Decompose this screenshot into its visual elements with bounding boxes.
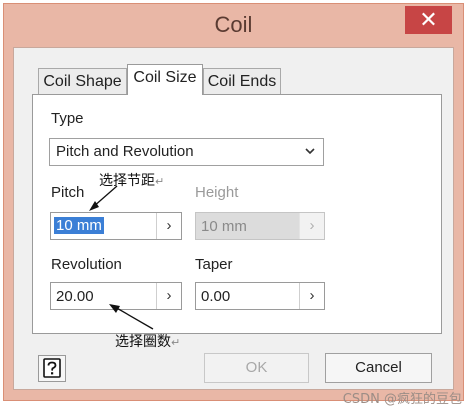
- watermark: CSDN @疯狂的豆包: [342, 392, 462, 407]
- taper-label: Taper: [195, 256, 233, 273]
- tab-coil-ends[interactable]: Coil Ends: [203, 68, 281, 94]
- tab-coil-shape[interactable]: Coil Shape: [38, 68, 127, 94]
- taper-arrow-button[interactable]: ›: [299, 283, 324, 309]
- chevron-down-icon: [305, 148, 315, 155]
- cancel-button[interactable]: Cancel: [325, 353, 432, 383]
- pitch-arrow-button[interactable]: ›: [156, 213, 181, 239]
- type-value: Pitch and Revolution: [56, 143, 194, 160]
- close-icon: ✕: [419, 7, 438, 32]
- taper-input[interactable]: 0.00 ›: [195, 282, 325, 310]
- coil-size-panel: Type Pitch and Revolution Pitch 选择节距↵ 10…: [32, 94, 442, 334]
- tab-label: Coil Size: [133, 69, 197, 86]
- pitch-input[interactable]: 10 mm ›: [50, 212, 182, 240]
- chevron-right-icon: ›: [166, 217, 172, 234]
- taper-value: 0.00: [201, 288, 231, 305]
- chevron-right-icon: ›: [309, 287, 315, 304]
- return-mark: ↵: [155, 175, 165, 188]
- height-input: 10 mm ›: [195, 212, 325, 240]
- revolution-label: Revolution: [51, 256, 122, 273]
- pitch-label: Pitch: [51, 184, 85, 201]
- question-icon: [43, 358, 61, 378]
- pitch-value: 10 mm: [54, 217, 104, 234]
- height-value: 10 mm: [201, 218, 247, 235]
- height-arrow-button: ›: [299, 213, 324, 239]
- title-bar[interactable]: Coil ✕: [4, 4, 463, 46]
- pitch-arrow: [89, 185, 118, 211]
- tab-label: Coil Ends: [207, 73, 277, 90]
- revolution-annotation-text: 选择圈数: [115, 334, 171, 350]
- revolution-arrow: [109, 304, 154, 330]
- tab-coil-size[interactable]: Coil Size: [127, 64, 203, 95]
- chevron-right-icon: ›: [166, 287, 172, 304]
- revolution-value: 20.00: [56, 288, 94, 305]
- close-button[interactable]: ✕: [405, 6, 452, 34]
- window-title: Coil: [214, 12, 253, 37]
- type-dropdown[interactable]: Pitch and Revolution: [49, 138, 324, 166]
- return-mark: ↵: [171, 336, 181, 349]
- chevron-right-icon: ›: [309, 217, 315, 234]
- dialog-body: Coil Shape Coil Size Coil Ends Type Pitc…: [13, 47, 454, 390]
- tab-label: Coil Shape: [43, 73, 122, 90]
- coil-dialog: Coil ✕ Coil Shape Coil Size Coil Ends Ty…: [3, 3, 464, 401]
- type-label: Type: [51, 110, 84, 127]
- height-label: Height: [195, 184, 239, 201]
- ok-button[interactable]: OK: [204, 353, 309, 383]
- revolution-annotation: 选择圈数↵: [115, 331, 180, 351]
- help-button[interactable]: [38, 355, 66, 382]
